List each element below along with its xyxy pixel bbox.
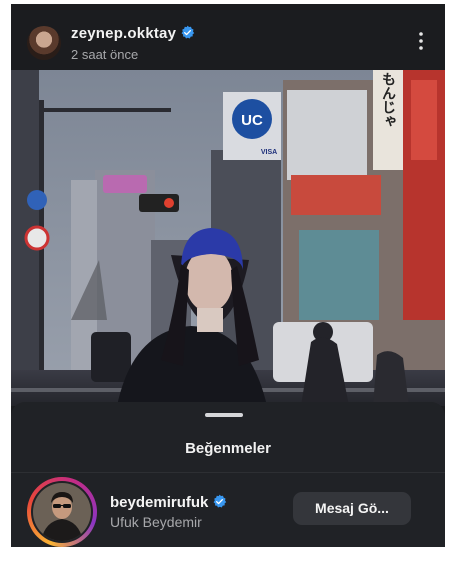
vertical-sign: もんじゃ — [380, 72, 396, 128]
liker-username[interactable]: beydemirufuk — [110, 494, 208, 511]
verified-badge-icon — [213, 494, 227, 508]
verified-badge-icon — [181, 25, 195, 39]
story-header: zeynep.okktay 2 saat önce — [11, 4, 445, 72]
uc-sign: UC — [241, 112, 263, 129]
sheet-divider — [11, 472, 445, 473]
liker-avatar[interactable] — [31, 481, 93, 543]
liker-avatar-story-ring[interactable] — [27, 477, 97, 547]
likes-sheet: Beğenmeler beydemirufuk Ufuk Beydemir Me… — [11, 402, 445, 547]
poster-username-row[interactable]: zeynep.okktay — [71, 25, 195, 42]
street-scene-image: UC VISA もんじゃ — [11, 70, 445, 406]
story-screen: zeynep.okktay 2 saat önce UC VISA もんじゃ B… — [11, 4, 445, 547]
sheet-drag-handle[interactable] — [205, 413, 243, 417]
post-time: 2 saat önce — [71, 47, 139, 62]
liker-avatar-image — [33, 483, 91, 541]
poster-username[interactable]: zeynep.okktay — [71, 25, 176, 42]
liker-username-row[interactable]: beydemirufuk — [110, 494, 227, 511]
message-button[interactable]: Mesaj Gö... — [293, 492, 411, 525]
poster-avatar[interactable] — [27, 26, 61, 60]
story-photo[interactable]: UC VISA もんじゃ — [11, 70, 445, 406]
liker-full-name: Ufuk Beydemir — [110, 514, 202, 530]
more-options-icon[interactable] — [419, 32, 423, 50]
likes-sheet-title: Beğenmeler — [185, 440, 271, 457]
visa-sign: VISA — [261, 149, 277, 156]
